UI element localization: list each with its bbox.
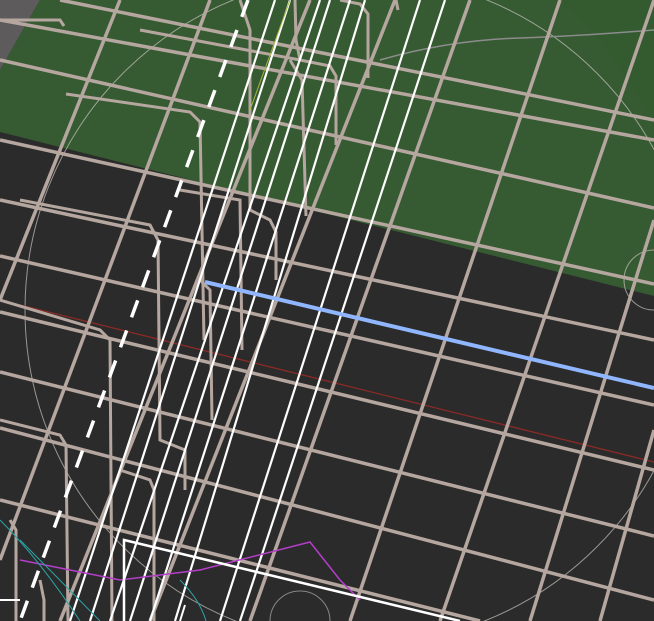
map-canvas-svg[interactable] (0, 0, 654, 621)
map-viewport[interactable] (0, 0, 654, 621)
